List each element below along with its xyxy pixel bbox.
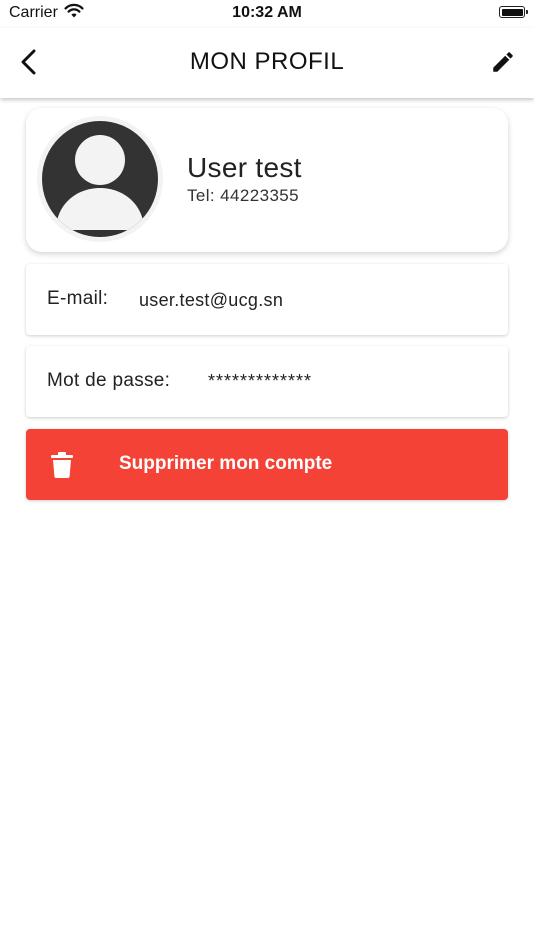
status-bar: Carrier 10:32 AM: [0, 0, 534, 28]
delete-account-label: Supprimer mon compte: [119, 453, 333, 474]
user-name: User test: [187, 152, 302, 183]
password-card: Mot de passe: *************: [26, 346, 508, 417]
email-card: E-mail: user.test@ucg.sn: [26, 264, 508, 335]
password-label: Mot de passe:: [47, 370, 171, 391]
battery-icon: [499, 6, 528, 18]
status-time: 10:32 AM: [232, 4, 302, 21]
avatar: [37, 116, 163, 242]
battery-fill: [501, 8, 523, 16]
user-avatar-icon: [39, 118, 161, 240]
page-title: MON PROFIL: [189, 48, 345, 75]
delete-account-button[interactable]: Supprimer mon compte: [26, 429, 508, 500]
email-label: E-mail:: [47, 288, 109, 309]
user-phone: Tel: 44223355: [187, 186, 300, 205]
email-value: user.test@ucg.sn: [139, 290, 284, 310]
trash-icon: [51, 452, 73, 483]
edit-profile-button[interactable]: [486, 45, 520, 79]
profile-card: User test Tel: 44223355: [26, 108, 508, 252]
password-value: *************: [208, 371, 313, 391]
pencil-icon: [493, 52, 513, 72]
app-bar: MON PROFIL: [0, 28, 534, 98]
